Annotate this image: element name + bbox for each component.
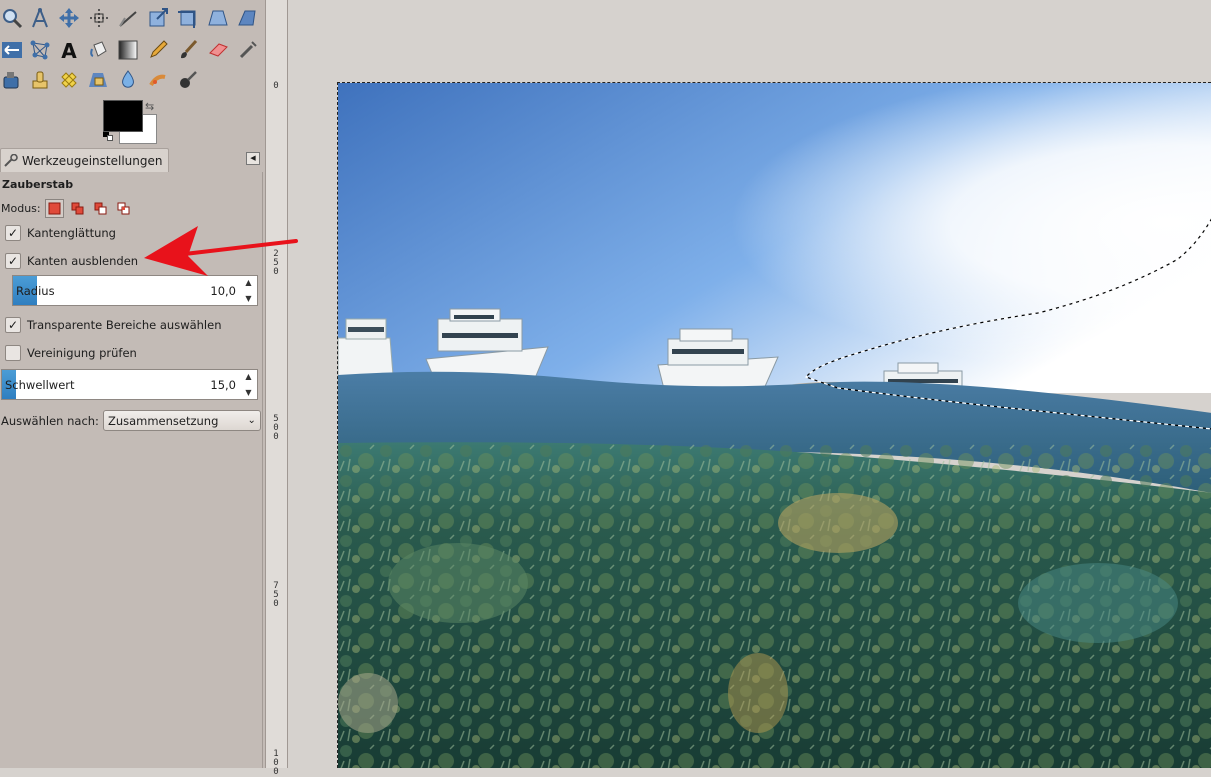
- tab-menu-icon[interactable]: ◀: [246, 152, 260, 165]
- transparent-row[interactable]: ✓ Transparente Bereiche auswählen: [5, 317, 222, 333]
- sample-merged-checkbox[interactable]: [5, 345, 21, 361]
- tab-label: Werkzeugeinstellungen: [22, 153, 163, 168]
- bucket-fill-icon[interactable]: [87, 38, 111, 62]
- mode-subtract-button[interactable]: [91, 199, 110, 218]
- feather-checkbox[interactable]: ✓: [5, 253, 21, 269]
- clone-icon[interactable]: [28, 68, 52, 92]
- ruler-label-1000: 100: [273, 749, 279, 777]
- vertical-ruler[interactable]: 0 250 500 750 100: [265, 81, 288, 777]
- swap-colors-icon[interactable]: ⇆: [145, 100, 154, 113]
- annotation-arrow: [144, 226, 298, 276]
- antialias-label: Kantenglättung: [27, 226, 116, 240]
- chevron-down-icon[interactable]: ▼: [245, 294, 251, 303]
- blur-icon[interactable]: [116, 68, 140, 92]
- foreground-color-swatch[interactable]: [103, 100, 143, 132]
- move-icon[interactable]: [57, 6, 81, 30]
- threshold-stepper[interactable]: ▲ ▼: [241, 372, 256, 397]
- svg-text:A: A: [61, 39, 77, 61]
- toolbox: A ⇆ Werkzeugeinstellungen ◀ Zauberstab M…: [0, 0, 266, 768]
- pencil-icon[interactable]: [146, 38, 170, 62]
- dock-tab-bar: Werkzeugeinstellungen ◀: [0, 148, 266, 172]
- sample-merged-row[interactable]: Vereinigung prüfen: [5, 345, 137, 361]
- perspective-clone-icon[interactable]: [87, 68, 111, 92]
- select-by-value: Zusammensetzung: [107, 413, 219, 428]
- mode-add-icon: [71, 202, 84, 215]
- mode-replace-icon: [48, 202, 61, 215]
- mode-subtract-icon: [94, 202, 107, 215]
- threshold-label: Schwellwert: [5, 378, 75, 392]
- text-icon[interactable]: A: [57, 38, 81, 62]
- mode-label: Modus:: [1, 202, 41, 215]
- ink-icon[interactable]: [0, 68, 24, 92]
- sample-merged-label: Vereinigung prüfen: [27, 346, 137, 360]
- zoom-icon[interactable]: [0, 6, 24, 30]
- feather-label: Kanten ausblenden: [27, 254, 139, 268]
- mode-row: Modus:: [1, 199, 133, 218]
- crop-icon[interactable]: [176, 6, 200, 30]
- blend-icon[interactable]: [116, 38, 140, 62]
- align-icon[interactable]: [87, 6, 111, 30]
- heal-icon[interactable]: [57, 68, 81, 92]
- flip-icon[interactable]: [0, 38, 24, 62]
- eraser-icon[interactable]: [206, 38, 230, 62]
- antialias-checkbox[interactable]: ✓: [5, 225, 21, 241]
- boat-1: [338, 318, 394, 378]
- radius-label: Radius: [16, 284, 55, 298]
- fg-bg-color-selector: ⇆: [101, 100, 161, 144]
- chevron-down-icon: ⌄: [247, 415, 256, 426]
- image-canvas[interactable]: [337, 82, 1211, 768]
- mode-add-button[interactable]: [68, 199, 87, 218]
- shear-icon[interactable]: [236, 6, 260, 30]
- chevron-up-icon[interactable]: ▲: [245, 372, 251, 381]
- paths-icon[interactable]: [28, 6, 52, 30]
- select-by-row: Auswählen nach: Zusammensetzung ⌄: [1, 410, 261, 431]
- ruler-label-500: 500: [273, 414, 279, 442]
- reset-colors-icon[interactable]: [103, 131, 113, 141]
- photo-underwater-boats: [338, 83, 1211, 768]
- transparent-checkbox[interactable]: ✓: [5, 317, 21, 333]
- mode-replace-button[interactable]: [44, 199, 64, 218]
- threshold-value: 15,0: [210, 378, 236, 392]
- tool-options-icon: [4, 153, 18, 167]
- chevron-down-icon[interactable]: ▼: [245, 388, 251, 397]
- antialias-row[interactable]: ✓ Kantenglättung: [5, 225, 116, 241]
- tab-tool-options[interactable]: Werkzeugeinstellungen: [0, 148, 170, 172]
- ruler-label-0: 0: [273, 81, 279, 91]
- radius-value: 10,0: [210, 284, 236, 298]
- feather-row[interactable]: ✓ Kanten ausblenden: [5, 253, 138, 269]
- measure-icon[interactable]: [116, 6, 140, 30]
- dodge-burn-icon[interactable]: [176, 68, 200, 92]
- select-by-label: Auswählen nach:: [1, 413, 99, 428]
- radius-stepper[interactable]: ▲ ▼: [241, 278, 256, 303]
- airbrush-icon[interactable]: [236, 38, 260, 62]
- smudge-icon[interactable]: [146, 68, 170, 92]
- threshold-spinbox[interactable]: Schwellwert 15,0 ▲ ▼: [1, 369, 258, 400]
- select-by-dropdown[interactable]: Zusammensetzung ⌄: [102, 410, 261, 431]
- mode-intersect-icon: [117, 202, 130, 215]
- perspective-icon[interactable]: [206, 6, 230, 30]
- tool-name: Zauberstab: [2, 178, 74, 191]
- scale-icon[interactable]: [146, 6, 170, 30]
- mode-intersect-button[interactable]: [114, 199, 133, 218]
- vertical-ruler-top: [265, 0, 288, 82]
- cage-icon[interactable]: [28, 38, 52, 62]
- transparent-label: Transparente Bereiche auswählen: [27, 318, 222, 332]
- paintbrush-icon[interactable]: [176, 38, 200, 62]
- ruler-label-750: 750: [273, 581, 279, 609]
